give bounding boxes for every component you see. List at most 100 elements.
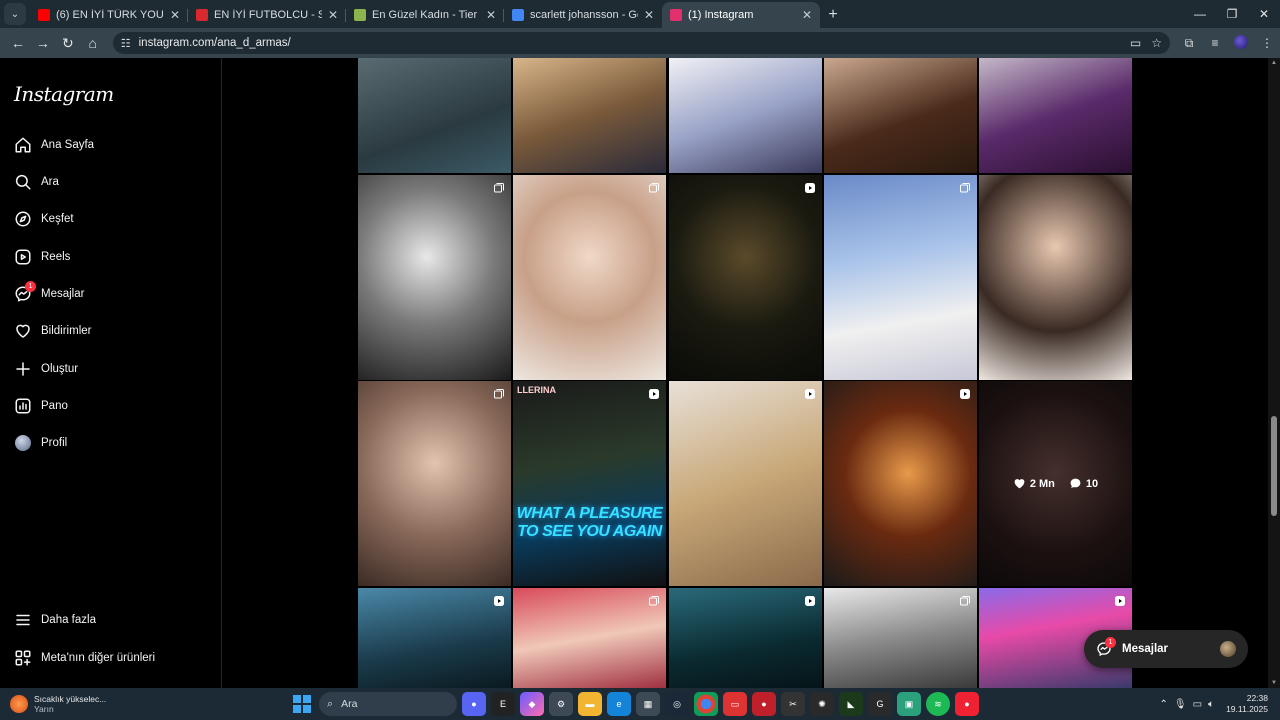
start-button[interactable] (290, 692, 314, 716)
taskbar-search[interactable]: ⌕ Ara (319, 692, 457, 716)
scrollbar-thumb[interactable] (1271, 416, 1277, 516)
post-thumbnail[interactable] (513, 175, 666, 380)
minimize-button[interactable]: — (1184, 0, 1216, 28)
profile-button[interactable] (1228, 34, 1254, 52)
post-thumbnail[interactable]: LLERINA WHAT A PLEASURE TO SEE YOU AGAIN (513, 381, 666, 586)
sidebar-item-ara[interactable]: Ara (14, 169, 59, 195)
system-tray: ⌃ 🎙︎ ▭ 🔈︎ 22:38 19.11.2025 (1160, 688, 1268, 720)
app-g-icon[interactable]: G (868, 692, 892, 716)
post-thumbnail[interactable] (979, 58, 1132, 173)
post-thumbnail[interactable] (358, 381, 511, 586)
browser-tab[interactable]: (6) EN İYİ TÜRK YOUTUBER'I SE ✕ (30, 2, 188, 28)
tab-search-button[interactable]: ⌄ (4, 3, 26, 25)
discord-icon[interactable]: ● (462, 692, 486, 716)
chevron-up-icon[interactable]: ⌃ (1160, 699, 1168, 710)
chrome-menu-icon[interactable]: ⋮ (1254, 36, 1280, 50)
close-window-button[interactable]: ✕ (1248, 0, 1280, 28)
address-bar[interactable]: ☷ instagram.com/ana_d_armas/ ▭ ☆ (112, 32, 1170, 54)
chrome-icon[interactable] (694, 692, 718, 716)
browser-tab[interactable]: En Güzel Kadın - Tier List, Kör S ✕ (346, 2, 504, 28)
microphone-icon[interactable]: 🎙︎ (1174, 699, 1187, 710)
edge-icon[interactable]: e (607, 692, 631, 716)
browser-tab[interactable]: (1) Instagram ✕ (662, 2, 820, 28)
post-thumbnail[interactable] (358, 588, 511, 688)
extensions-icon[interactable]: ⧉ (1176, 36, 1202, 51)
sidebar-item-label: Profil (41, 437, 68, 449)
forward-button[interactable]: → (31, 31, 55, 55)
sidebar-item-bildirimler[interactable]: Bildirimler (14, 318, 91, 344)
sidebar-item-pano[interactable]: Pano (14, 393, 68, 419)
close-tab-icon[interactable]: ✕ (170, 8, 180, 22)
post-thumbnail[interactable]: 2 Mn 10 (979, 381, 1132, 586)
reload-button[interactable]: ↻ (56, 31, 80, 55)
plus-icon (14, 360, 32, 378)
post-thumbnail[interactable] (979, 175, 1132, 380)
spotify-icon[interactable]: ≋ (926, 692, 950, 716)
tab-title: scarlett johansson - Google'da (530, 9, 638, 21)
sidebar-item-keşfet[interactable]: Keşfet (14, 206, 74, 232)
likes-stat: 2 Mn (1013, 477, 1055, 490)
post-thumbnail[interactable] (358, 58, 511, 173)
sidebar-item-profil[interactable]: Profil (14, 430, 67, 456)
volume-icon[interactable]: 🔈︎ (1208, 699, 1214, 710)
steam-icon[interactable]: ◎ (665, 692, 689, 716)
maximize-button[interactable]: ❐ (1216, 0, 1248, 28)
file-explorer-icon[interactable]: ▬ (578, 692, 602, 716)
back-button[interactable]: ← (6, 31, 30, 55)
post-thumbnail[interactable] (824, 175, 977, 380)
post-thumbnail[interactable] (358, 175, 511, 380)
site-info-icon[interactable]: ☷ (121, 37, 131, 50)
store-icon[interactable]: ▦ (636, 692, 660, 716)
browser-tab[interactable]: EN İYİ FUTBOLCU - SEZON PER ✕ (188, 2, 346, 28)
app-green-icon[interactable]: ▣ (897, 692, 921, 716)
close-tab-icon[interactable]: ✕ (644, 8, 654, 22)
clock[interactable]: 22:38 19.11.2025 (1226, 693, 1268, 715)
new-tab-button[interactable]: + (820, 2, 846, 28)
page-scrollbar[interactable]: ▲ ▼ (1268, 58, 1280, 688)
post-thumbnail[interactable] (669, 175, 822, 380)
taskbar-search-label: Ara (341, 698, 358, 710)
close-tab-icon[interactable]: ✕ (802, 8, 812, 22)
post-thumbnail[interactable] (513, 588, 666, 688)
post-thumbnail[interactable] (824, 381, 977, 586)
copilot-icon[interactable]: ◆ (520, 692, 544, 716)
sidebar-item-ana-sayfa[interactable]: Ana Sayfa (14, 132, 94, 158)
display-icon[interactable]: ▭ (1193, 699, 1202, 710)
instagram-logo[interactable]: Instagram (14, 82, 114, 106)
post-thumbnail[interactable] (669, 588, 822, 688)
close-tab-icon[interactable]: ✕ (486, 8, 496, 22)
sidebar-item-oluştur[interactable]: Oluştur (14, 356, 78, 382)
app-red-icon[interactable]: ▭ (723, 692, 747, 716)
reels-icon (14, 248, 32, 266)
bookmark-star-icon[interactable]: ☆ (1151, 36, 1162, 50)
browser-tab[interactable]: scarlett johansson - Google'da ✕ (504, 2, 662, 28)
post-thumbnail[interactable] (669, 58, 822, 173)
settings-icon[interactable]: ⚙ (549, 692, 573, 716)
post-thumbnail[interactable] (513, 58, 666, 173)
post-thumbnail[interactable] (824, 58, 977, 173)
sidebar-item-reels[interactable]: Reels (14, 244, 70, 270)
avatar (1220, 641, 1236, 657)
nvidia-icon[interactable]: ◣ (839, 692, 863, 716)
app-red-2-icon[interactable]: ● (752, 692, 776, 716)
weather-widget[interactable]: Sıcaklık yükselec... Yarın (10, 694, 160, 714)
close-tab-icon[interactable]: ✕ (328, 8, 338, 22)
carousel-icon (648, 594, 660, 606)
chatgpt-icon[interactable]: ✺ (810, 692, 834, 716)
carousel-icon (959, 181, 971, 193)
epic-games-icon[interactable]: E (491, 692, 515, 716)
home-button[interactable]: ⌂ (81, 31, 105, 55)
cast-icon[interactable]: ▭ (1130, 36, 1141, 50)
sidebar-item-meta-products[interactable]: Meta'nın diğer ürünleri (14, 645, 155, 671)
sidebar-item-more[interactable]: Daha fazla (14, 607, 96, 633)
tab-favicon-icon (670, 9, 682, 21)
tab-favicon-icon (512, 9, 524, 21)
app-red-3-icon[interactable]: ● (955, 692, 979, 716)
sidebar-item-mesajlar[interactable]: 1 Mesajlar (14, 281, 84, 307)
messages-pill[interactable]: 1 Mesajlar (1084, 630, 1248, 668)
media-controls-icon[interactable]: ≡ (1202, 36, 1228, 50)
url-text: instagram.com/ana_d_armas/ (138, 37, 291, 49)
capcut-icon[interactable]: ✂ (781, 692, 805, 716)
post-thumbnail[interactable] (669, 381, 822, 586)
post-thumbnail[interactable] (824, 588, 977, 688)
